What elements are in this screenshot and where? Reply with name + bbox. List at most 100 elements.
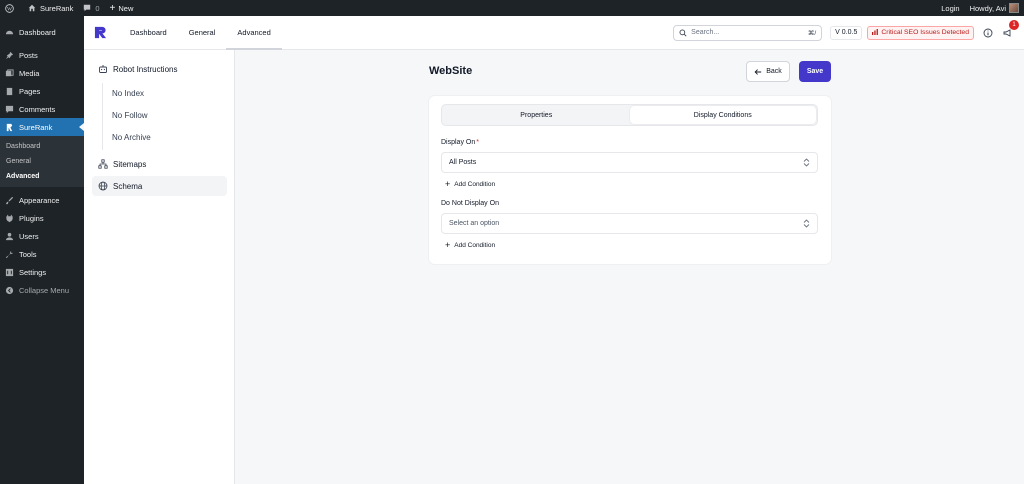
menu-comments[interactable]: Comments bbox=[0, 100, 84, 118]
schema-tabs: Properties Display Conditions bbox=[441, 104, 818, 126]
menu-appearance[interactable]: Appearance bbox=[0, 191, 84, 209]
menu-media[interactable]: Media bbox=[0, 64, 84, 82]
brush-icon bbox=[5, 196, 14, 205]
surerank-logo-icon[interactable] bbox=[94, 26, 107, 39]
comment-bubble-icon bbox=[84, 4, 91, 12]
menu-media-label: Media bbox=[19, 68, 40, 78]
wp-admin-menu: Dashboard Posts Media Pages Comments Sur… bbox=[0, 16, 84, 484]
menu-posts[interactable]: Posts bbox=[0, 46, 84, 64]
submenu-advanced[interactable]: Advanced bbox=[0, 169, 84, 184]
pin-icon bbox=[5, 51, 14, 60]
display-on-select[interactable]: All Posts bbox=[441, 152, 818, 173]
home-icon bbox=[28, 4, 36, 12]
wrench-icon bbox=[5, 250, 14, 259]
collapse-icon bbox=[5, 286, 14, 295]
nav-robot-instructions[interactable]: Robot Instructions bbox=[92, 59, 227, 79]
menu-users-label: Users bbox=[19, 231, 39, 241]
nav-no-archive[interactable]: No Archive bbox=[112, 133, 151, 142]
arrow-left-icon bbox=[754, 68, 762, 75]
subnav-divider bbox=[102, 83, 103, 150]
avatar bbox=[1009, 3, 1019, 13]
menu-plugins[interactable]: Plugins bbox=[0, 209, 84, 227]
account-menu[interactable]: Howdy, Avi bbox=[965, 0, 1024, 16]
new-content-link[interactable]: + New bbox=[105, 0, 139, 16]
menu-surerank[interactable]: SureRank bbox=[0, 118, 84, 136]
globe-icon bbox=[98, 181, 108, 191]
howdy-text: Howdy, Avi bbox=[969, 3, 1006, 13]
display-conditions-card: Properties Display Conditions Display On… bbox=[429, 96, 831, 264]
add-condition-button-display[interactable]: + Add Condition bbox=[445, 180, 495, 189]
display-on-label: Display On* bbox=[441, 139, 479, 146]
menu-users[interactable]: Users bbox=[0, 227, 84, 245]
surerank-header: Dashboard General Advanced Search... ⌘/ … bbox=[84, 16, 1024, 50]
submenu-dashboard[interactable]: Dashboard bbox=[0, 139, 84, 154]
version-badge: V 0.0.5 bbox=[830, 25, 863, 40]
plus-icon: + bbox=[445, 179, 451, 189]
not-display-select[interactable]: Select an option bbox=[441, 213, 818, 234]
add-condition-button-exclude[interactable]: + Add Condition bbox=[445, 241, 495, 250]
advanced-settings-nav: Robot Instructions No Index No Follow No… bbox=[84, 50, 235, 484]
collapse-menu-button[interactable]: Collapse Menu bbox=[0, 281, 84, 299]
tab-properties[interactable]: Properties bbox=[443, 106, 630, 124]
add-condition-label: Add Condition bbox=[454, 181, 496, 188]
menu-tools[interactable]: Tools bbox=[0, 245, 84, 263]
site-name: SureRank bbox=[40, 3, 74, 13]
nav-sitemaps-label: Sitemaps bbox=[113, 159, 147, 169]
menu-dashboard[interactable]: Dashboard bbox=[0, 23, 84, 41]
dashboard-icon bbox=[5, 28, 14, 37]
user-icon bbox=[5, 232, 14, 241]
plus-icon: + bbox=[445, 240, 451, 250]
menu-comments-label: Comments bbox=[19, 104, 56, 114]
help-button[interactable] bbox=[982, 27, 994, 39]
search-placeholder: Search... bbox=[691, 29, 720, 36]
back-button[interactable]: Back bbox=[746, 61, 790, 82]
surerank-submenu: Dashboard General Advanced bbox=[0, 136, 84, 187]
comments-icon bbox=[5, 105, 14, 114]
search-input[interactable]: Search... ⌘/ bbox=[673, 24, 823, 41]
pages-icon bbox=[5, 87, 14, 96]
comments-link[interactable]: 0 bbox=[78, 0, 104, 16]
site-name-link[interactable]: SureRank bbox=[23, 0, 78, 16]
chevron-up-down-icon bbox=[803, 158, 810, 167]
menu-settings[interactable]: Settings bbox=[0, 263, 84, 281]
plus-icon: + bbox=[109, 2, 116, 14]
plug-icon bbox=[5, 214, 14, 223]
notification-count-badge: 1 bbox=[1009, 19, 1019, 30]
login-link[interactable]: Login bbox=[936, 0, 964, 16]
nav-schema[interactable]: Schema bbox=[92, 176, 227, 196]
chart-bars-icon bbox=[872, 28, 879, 37]
notifications-button[interactable]: 1 bbox=[1002, 19, 1019, 39]
critical-issues-badge[interactable]: Critical SEO Issues Detected bbox=[867, 25, 974, 40]
submenu-general[interactable]: General bbox=[0, 154, 84, 169]
menu-settings-label: Settings bbox=[19, 267, 47, 277]
tab-display-conditions[interactable]: Display Conditions bbox=[629, 106, 816, 124]
nav-sitemaps[interactable]: Sitemaps bbox=[92, 154, 227, 174]
chevron-up-down-icon bbox=[803, 219, 810, 228]
menu-pages-label: Pages bbox=[19, 86, 41, 96]
search-shortcut: ⌘/ bbox=[807, 29, 817, 37]
page-title: WebSite bbox=[429, 65, 473, 77]
menu-dashboard-label: Dashboard bbox=[19, 27, 56, 37]
critical-issues-label: Critical SEO Issues Detected bbox=[881, 29, 969, 36]
menu-tools-label: Tools bbox=[19, 249, 37, 259]
media-icon bbox=[5, 68, 14, 78]
menu-surerank-label: SureRank bbox=[19, 122, 53, 132]
surerank-icon bbox=[5, 123, 14, 132]
menu-plugins-label: Plugins bbox=[19, 213, 44, 223]
settings-icon bbox=[5, 268, 14, 277]
save-button[interactable]: Save bbox=[799, 61, 831, 82]
display-on-label-text: Display On bbox=[441, 139, 476, 146]
wordpress-logo-icon[interactable]: W bbox=[0, 0, 23, 16]
menu-appearance-label: Appearance bbox=[19, 195, 60, 205]
tab-dashboard[interactable]: Dashboard bbox=[119, 16, 178, 50]
back-button-label: Back bbox=[766, 68, 782, 75]
add-condition-label: Add Condition bbox=[454, 242, 496, 249]
nav-no-index[interactable]: No Index bbox=[112, 89, 144, 98]
menu-pages[interactable]: Pages bbox=[0, 82, 84, 100]
tab-advanced[interactable]: Advanced bbox=[226, 16, 283, 50]
collapse-menu-label: Collapse Menu bbox=[19, 285, 70, 295]
nav-no-follow[interactable]: No Follow bbox=[112, 111, 148, 120]
info-icon bbox=[983, 28, 993, 37]
tab-general[interactable]: General bbox=[178, 16, 227, 50]
search-icon bbox=[679, 29, 687, 37]
